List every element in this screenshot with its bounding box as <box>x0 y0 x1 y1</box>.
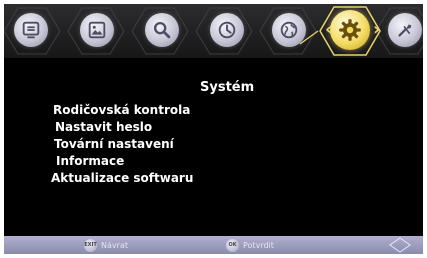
tab-channel-list[interactable] <box>14 13 48 47</box>
ok-key-icon: OK <box>226 238 239 252</box>
tab-system[interactable] <box>330 10 370 50</box>
navigation-arrows-icon <box>389 237 411 253</box>
top-menu-bar: ‹ › <box>4 4 423 58</box>
page-title: Systém <box>200 80 255 95</box>
tv-guide-icon <box>22 21 40 39</box>
search-icon <box>153 21 171 39</box>
menu-item-set-password[interactable]: Nastavit heslo <box>55 119 193 136</box>
tab-language[interactable] <box>272 13 306 47</box>
back-label: Návrat <box>101 240 128 250</box>
back-button[interactable]: EXIT Návrat <box>84 236 128 254</box>
confirm-button[interactable]: OK Potvrdit <box>226 236 274 254</box>
clock-icon <box>218 21 236 39</box>
tab-search[interactable] <box>145 13 179 47</box>
confirm-label: Potvrdit <box>243 240 274 250</box>
tab-picture[interactable] <box>80 13 114 47</box>
menu-item-information[interactable]: Informace <box>56 153 193 170</box>
exit-key-icon: EXIT <box>84 238 97 252</box>
picture-icon <box>88 21 106 39</box>
menu-item-factory-reset[interactable]: Tovární nastavení <box>54 136 193 153</box>
nav-right-arrow[interactable]: › <box>373 20 380 40</box>
globe-icon <box>280 21 298 39</box>
tools-icon <box>398 24 412 37</box>
system-menu-screen: ‹ › Systém Rodičovská kontrola Nastavit … <box>4 4 423 254</box>
menu-item-parental-control[interactable]: Rodičovská kontrola <box>53 102 193 119</box>
tab-time[interactable] <box>210 13 244 47</box>
tab-tools[interactable] <box>388 13 422 47</box>
gear-icon <box>339 19 361 41</box>
system-settings-list: Rodičovská kontrola Nastavit heslo Továr… <box>51 102 193 187</box>
menu-item-software-update[interactable]: Aktualizace softwaru <box>51 170 193 187</box>
bottom-help-bar: EXIT Návrat OK Potvrdit <box>4 236 423 254</box>
